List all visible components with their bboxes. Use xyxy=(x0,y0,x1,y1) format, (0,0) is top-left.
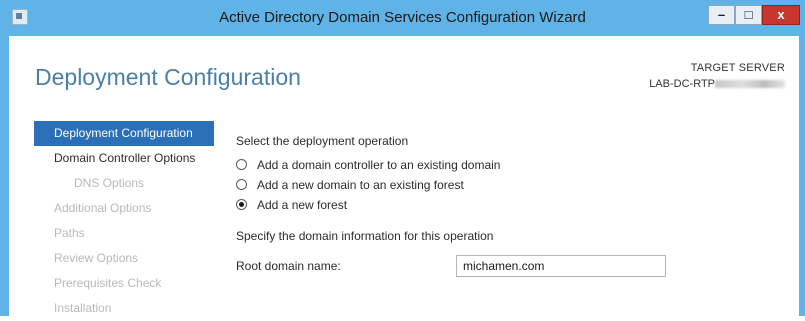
option-new-domain-label: Add a new domain to an existing forest xyxy=(257,178,464,192)
redacted-text xyxy=(715,80,785,89)
nav-item-paths: Paths xyxy=(54,226,85,240)
wizard-content: Deployment Configuration TARGET SERVER L… xyxy=(9,36,799,316)
nav-item-deployment-configuration[interactable]: Deployment Configuration xyxy=(34,121,214,146)
page-title: Deployment Configuration xyxy=(35,64,301,90)
radio-existing-domain[interactable] xyxy=(236,159,247,170)
app-icon xyxy=(12,9,28,25)
wizard-window: Active Directory Domain Services Configu… xyxy=(0,0,805,316)
close-button[interactable]: x xyxy=(762,5,800,25)
target-server-label: TARGET SERVER xyxy=(690,62,785,74)
option-new-domain[interactable]: Add a new domain to an existing forest xyxy=(236,175,796,195)
root-domain-row: Root domain name: xyxy=(236,255,796,279)
target-server-name: LAB-DC-RTP xyxy=(649,78,715,90)
minimize-button[interactable]: – xyxy=(708,5,735,25)
nav-item-installation: Installation xyxy=(54,301,112,315)
root-domain-label: Root domain name: xyxy=(236,259,341,273)
root-domain-input[interactable] xyxy=(456,255,666,277)
main-panel: Select the deployment operation Add a do… xyxy=(236,134,796,279)
option-new-forest[interactable]: Add a new forest xyxy=(236,195,796,215)
operation-label: Select the deployment operation xyxy=(236,134,409,148)
wizard-nav: Deployment Configuration Domain Controll… xyxy=(34,121,214,321)
option-new-forest-label: Add a new forest xyxy=(257,198,348,212)
domain-info-label: Specify the domain information for this … xyxy=(236,229,494,243)
maximize-button[interactable]: □ xyxy=(735,5,762,25)
nav-item-dns-options: DNS Options xyxy=(74,176,145,190)
option-existing-domain[interactable]: Add a domain controller to an existing d… xyxy=(236,155,796,175)
title-bar[interactable]: Active Directory Domain Services Configu… xyxy=(0,0,805,36)
window-title: Active Directory Domain Services Configu… xyxy=(219,9,586,26)
target-server-value: LAB-DC-RTP xyxy=(649,78,785,90)
nav-item-additional-options: Additional Options xyxy=(54,201,152,215)
nav-item-review-options: Review Options xyxy=(54,251,139,265)
nav-item-prerequisites-check: Prerequisites Check xyxy=(54,276,162,290)
option-existing-domain-label: Add a domain controller to an existing d… xyxy=(257,158,501,172)
nav-item-domain-controller-options[interactable]: Domain Controller Options xyxy=(34,146,214,171)
radio-new-forest[interactable] xyxy=(236,199,247,210)
radio-new-domain[interactable] xyxy=(236,179,247,190)
